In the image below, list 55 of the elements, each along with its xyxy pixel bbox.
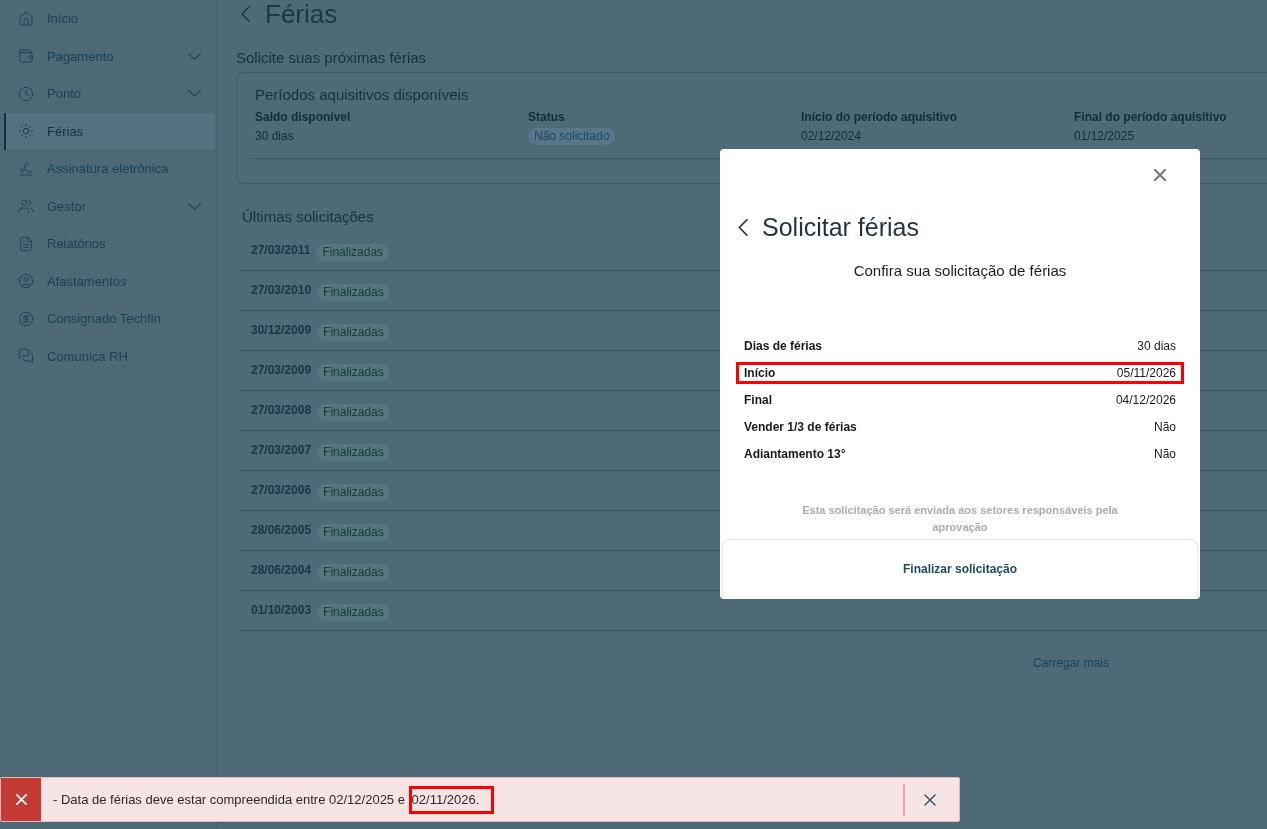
field-value: 01/12/2025 [1074,129,1135,144]
chevron-down-icon [188,90,201,98]
field-label: Status [528,110,565,125]
wallet-icon [18,48,34,65]
field-value: 30 dias [255,129,294,144]
status-badge: Finalizadas [317,564,390,581]
summary-value: 30 dias [1137,338,1176,354]
status-badge: Finalizadas [317,284,390,301]
card-title: Períodos aquisitivos disponíveis [255,86,469,104]
field-label: Início do período aquisitivo [801,110,957,125]
status-badge: Finalizadas [317,604,390,621]
people-icon [18,198,34,215]
close-button[interactable] [924,793,936,806]
status-badge: Finalizadas [317,364,390,381]
status-badge: Finalizadas [317,444,390,461]
summary-label: Vender 1/3 de férias [744,419,857,435]
clock-icon [18,85,34,102]
summary-label: Adiantamento 13° [744,446,846,462]
error-icon [1,778,41,821]
approval-note: Esta solicitação será enviada aos setores responsáveis pela aprovação [801,503,1119,535]
close-icon [924,793,936,806]
summary-label: Final [744,392,772,408]
close-icon [1154,169,1166,181]
status-badge: Finalizadas [316,244,390,261]
chevron-down-icon [188,52,201,60]
status-badge: Finalizadas [317,524,390,541]
signature-icon [18,160,34,177]
dollar-coin-icon [18,310,34,327]
summary-label: Dias de férias [744,338,823,354]
summary-value: 05/11/2026 [1116,365,1176,381]
home-icon [18,10,34,27]
field-value: 02/12/2024 [801,129,862,144]
page-subtitle: Solicite suas próximas férias [236,49,427,67]
summary-value: Não [1154,419,1176,435]
status-badge: Finalizadas [317,324,390,341]
field-label: Final do período aquisitivo [1074,110,1227,125]
document-icon [18,235,34,252]
finish-request-button[interactable]: Finalizar solicitação [902,562,1017,577]
status-badge: Finalizadas [317,484,390,501]
chevron-down-icon [188,202,201,210]
summary-label: Início [744,365,776,381]
sun-icon [18,123,34,140]
modal-subtitle: Confira sua solicitação de férias [853,262,1067,280]
back-icon[interactable] [738,218,748,236]
chat-bubbles-icon [18,348,34,365]
section-title: Últimas solicitações [242,208,374,226]
field-label: Saldo disponível [255,110,351,125]
user-circle-icon [18,273,34,290]
summary-value: Não [1154,446,1176,462]
close-button[interactable] [1154,169,1166,181]
sidebar-item[interactable]: Férias [4,112,215,150]
summary-value: 04/12/2026 [1115,392,1176,408]
status-badge: Finalizadas [317,404,390,421]
error-message: - Data de férias deve estar compreendida entre 02/12/2025 e 02/11/2026. [53,785,495,814]
modal-title: Solicitar férias [762,212,919,242]
